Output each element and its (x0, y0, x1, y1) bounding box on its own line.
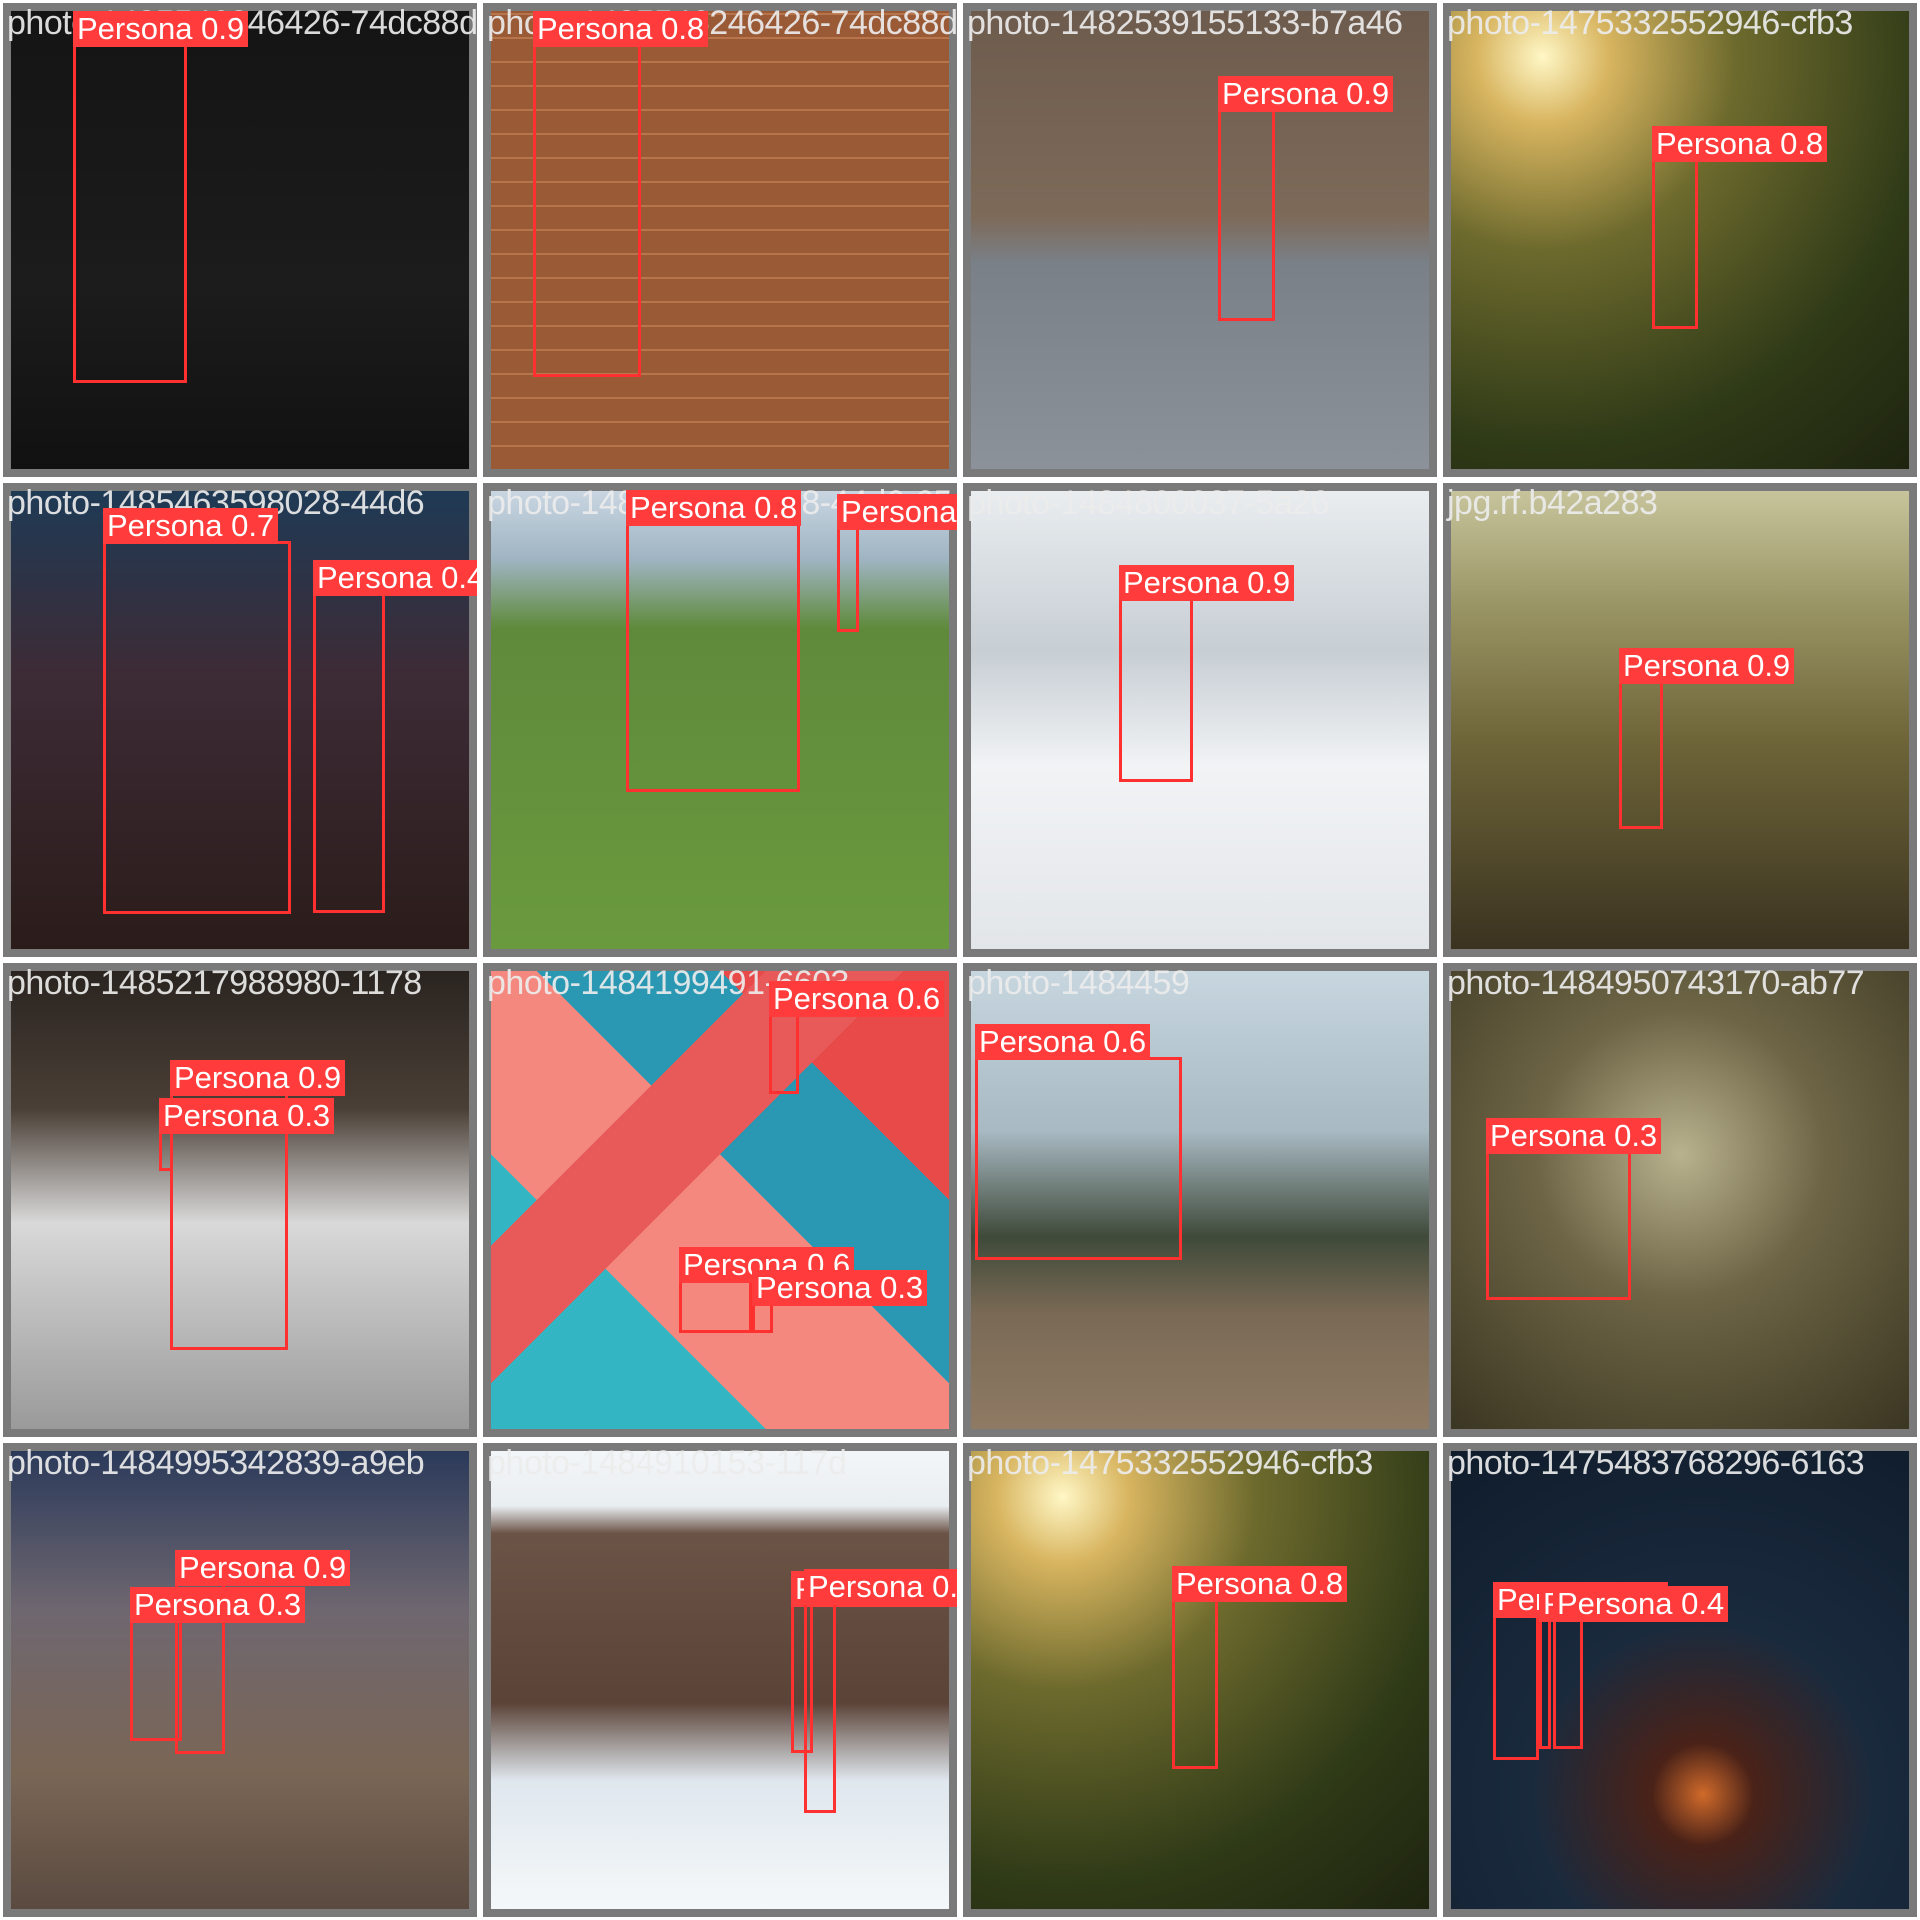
detection-label: Persona 0.8 (1652, 126, 1828, 162)
detection-box[interactable]: Persona 0.8 (533, 11, 709, 377)
detection-box[interactable]: Persona 0.9 (73, 11, 249, 383)
detection-box[interactable]: Persona 0.3 (1486, 1118, 1662, 1300)
result-tile[interactable]: photo-1484199491-6603 Persona 0.6 Persona … (480, 960, 960, 1440)
detection-box[interactable]: Persona 0.4 (313, 560, 477, 913)
detection-label: Persona 0.7 (103, 508, 279, 544)
detection-box[interactable]: Persona 0.3 (752, 1270, 928, 1333)
detection-box[interactable]: Persona 0.9 (1119, 565, 1295, 782)
tile-photo (491, 1451, 949, 1909)
detection-box[interactable]: Persona 0.6 (837, 494, 957, 632)
result-tile[interactable]: jpg.rf.b42a283 Persona 0.9 (1440, 480, 1920, 960)
detection-label: Persona 0.3 (159, 1098, 335, 1134)
detection-label: Persona 0.9 (1619, 648, 1795, 684)
detection-box[interactable]: Persona 0.6 (679, 1247, 855, 1333)
detection-box[interactable]: Persona 0.6 (975, 1024, 1182, 1260)
detection-box[interactable]: Persona 0.7 (103, 508, 291, 914)
detection-box[interactable]: Persona 0.3 (1493, 1582, 1669, 1760)
detection-box[interactable]: Persona 0.8 (804, 1569, 957, 1813)
result-tile[interactable]: photo-1484995342839-a9eb Persona 0.9 Perso… (0, 1440, 480, 1920)
result-tile[interactable]: photo-1484800037-5a26 Persona 0.9 (960, 480, 1440, 960)
detection-box[interactable]: Persona 0.8 (1172, 1566, 1348, 1769)
result-tile[interactable]: photo-1485463598028-44d6 Persona 0.7 Perso… (0, 480, 480, 960)
result-tile[interactable]: photo-1485463598028-44d6-65e7Persona 0.8… (480, 480, 960, 960)
result-tile[interactable]: photo-1485546246426-74dc88dPersona 0.9 (0, 0, 480, 480)
detection-box[interactable]: Persona 0.4 (1539, 1586, 1715, 1749)
detection-box[interactable]: Persona 0.8 (1652, 126, 1828, 329)
result-tile[interactable]: photo-1475332552946-cfb3 Persona 0.8 (960, 1440, 1440, 1920)
detection-label: Persona 0.9 (170, 1060, 346, 1096)
detection-label: Persona 0.3 (752, 1270, 928, 1306)
detection-label: Persona 0.3 (1486, 1118, 1662, 1154)
detection-label: Persona 0.6 (837, 494, 957, 530)
detection-results-grid: photo-1485546246426-74dc88dPersona 0.9ph… (0, 0, 1920, 1920)
detection-label: Persona 0.4 (1553, 1586, 1729, 1622)
detection-box[interactable]: Persona 0.6 (769, 981, 945, 1094)
detection-box[interactable]: Persona 0.3 (130, 1587, 306, 1741)
detection-box[interactable]: Persona 0.8 (626, 490, 802, 792)
tile-photo (491, 971, 949, 1429)
detection-label: Persona 0.9 (1218, 76, 1394, 112)
result-tile[interactable]: photo-1485217988980-1178 Persona 0.9 Perso… (0, 960, 480, 1440)
detection-label: Persona 0.8 (626, 490, 802, 526)
result-tile[interactable]: photo-1475483768296-6163Persona 0.3Perso… (1440, 1440, 1920, 1920)
result-tile[interactable]: photo-1484950743170-ab77 Persona 0.3 (1440, 960, 1920, 1440)
tile-photo (11, 1451, 469, 1909)
result-tile[interactable]: photo-1484459 Persona 0.6 (960, 960, 1440, 1440)
detection-label: Persona 0.9 (73, 11, 249, 47)
detection-label: Persona 0.9 (175, 1550, 351, 1586)
tile-photo (1451, 491, 1909, 949)
result-tile[interactable]: photo-1485546246426-74dc88dc97760-ab28Pe… (480, 0, 960, 480)
detection-label: Persona 0.4 (313, 560, 477, 596)
detection-label: Persona 0.9 (1119, 565, 1295, 601)
detection-box[interactable]: Persona 0.3 (159, 1098, 335, 1171)
detection-box[interactable]: Persona 0.9 (1619, 648, 1795, 829)
result-tile[interactable]: photo-1482539155133-b7a46 Persona 0.9 (960, 0, 1440, 480)
tile-photo (971, 491, 1429, 949)
detection-box[interactable]: Persona 0.9 (1218, 76, 1394, 321)
detection-label: Persona 0.6 (975, 1024, 1151, 1060)
detection-label: Persona 0.8 (1172, 1566, 1348, 1602)
result-tile[interactable]: photo-1484910153-117dPersona 0.8Persona … (480, 1440, 960, 1920)
detection-label: Persona 0.3 (130, 1587, 306, 1623)
detection-label: Persona 0.8 (533, 11, 709, 47)
detection-label: Persona 0.6 (769, 981, 945, 1017)
detection-box[interactable]: Persona 0.4 (1553, 1586, 1729, 1749)
result-tile[interactable]: photo-1475332552946-cfb3 Persona 0.8 (1440, 0, 1920, 480)
detection-label: Persona 0.8 (804, 1569, 957, 1605)
